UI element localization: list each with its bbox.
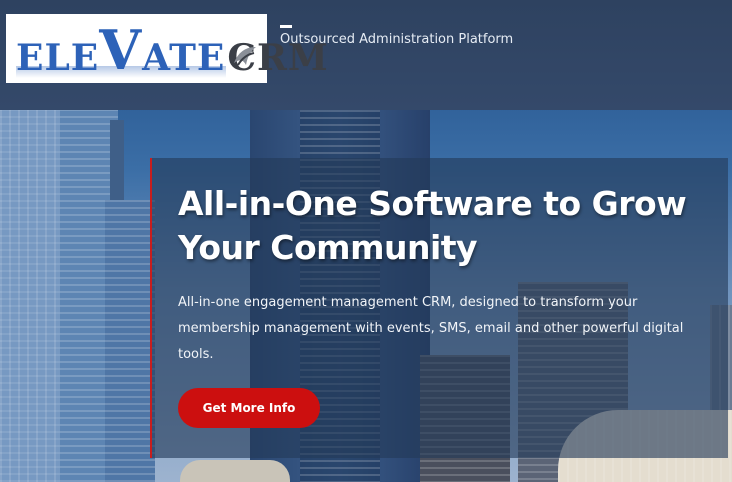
- hero-description: All-in-one engagement management CRM, de…: [178, 295, 684, 362]
- site-header: ELE V ATE CRM Outsourced Administration …: [0, 0, 732, 110]
- get-more-info-button[interactable]: Get More Info: [178, 388, 320, 428]
- tagline-dash: [280, 25, 292, 28]
- site-tagline: Outsourced Administration Platform: [280, 32, 514, 47]
- logo-reflection: [16, 66, 226, 78]
- logo[interactable]: ELE V ATE CRM: [6, 14, 328, 83]
- hero-card: All-in-One Software to Grow Your Communi…: [150, 158, 728, 458]
- hero-title: All-in-One Software to Grow Your Communi…: [178, 184, 687, 267]
- crm-swoosh-icon: [234, 47, 256, 66]
